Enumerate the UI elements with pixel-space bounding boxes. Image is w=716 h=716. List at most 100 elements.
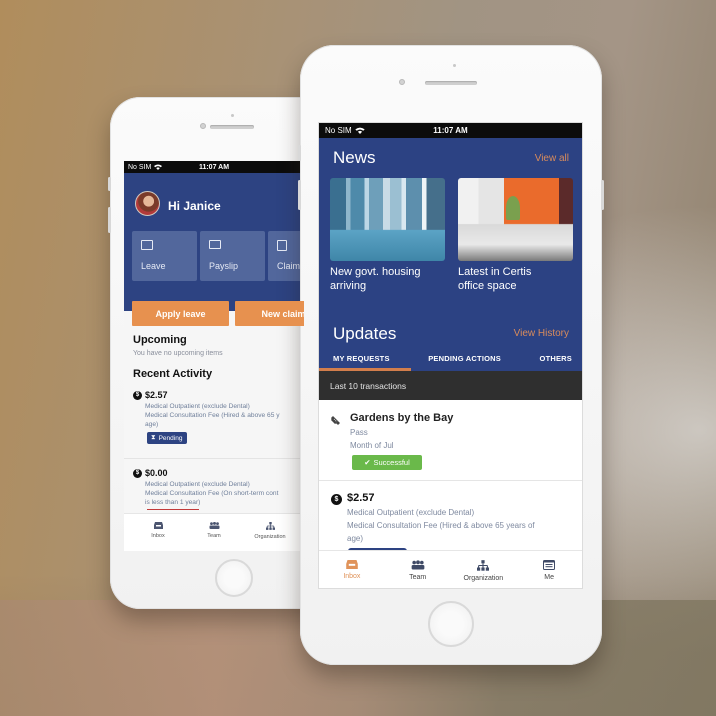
- tab-organization[interactable]: Organization: [451, 551, 515, 588]
- inbox-icon: [346, 560, 358, 569]
- tab-inbox[interactable]: Inbox: [131, 514, 186, 551]
- tab-team[interactable]: Team: [187, 514, 242, 551]
- profile-card-icon: [543, 560, 556, 570]
- tab-label: Me: [544, 574, 554, 581]
- home-button[interactable]: [428, 601, 474, 647]
- bottom-tab-bar: Inbox Team Organization Me: [319, 550, 582, 588]
- team-icon: [209, 522, 219, 529]
- tab-others[interactable]: OTHERS: [540, 354, 572, 371]
- updates-title: Updates: [333, 324, 397, 343]
- avatar[interactable]: [135, 191, 160, 216]
- news-caption: New govt. housing arriving: [330, 265, 445, 293]
- activity-description: Medical Consultation Fee (On short-term …: [145, 490, 279, 497]
- request-amount: $2.57: [347, 492, 375, 504]
- dollar-icon: $: [133, 391, 142, 400]
- active-tab-indicator: [319, 368, 411, 371]
- news-title: News: [333, 148, 376, 167]
- tab-label: Team: [207, 533, 221, 539]
- mute-switch: [298, 145, 301, 161]
- organization-icon: [265, 522, 275, 530]
- new-claim-button[interactable]: New claim: [235, 301, 304, 326]
- activity-amount: $2.57: [145, 390, 168, 400]
- office-interior-photo: [458, 178, 573, 261]
- activity-description-cont: age): [145, 421, 159, 428]
- activity-description: Medical Consultation Fee (Hired & above …: [145, 412, 280, 419]
- back-phone-screen: No SIM 11:07 AM Hi Janice Leave Payslip …: [124, 161, 304, 551]
- request-category: Medical Outpatient (exclude Dental): [347, 508, 475, 517]
- tab-inbox[interactable]: Inbox: [320, 551, 384, 588]
- home-header: Hi Janice Leave Payslip Claim: [124, 173, 304, 312]
- ticket-icon: [331, 416, 340, 425]
- activity-item[interactable]: $ $2.57 Medical Outpatient (exclude Dent…: [124, 387, 304, 459]
- tile-claim[interactable]: Claim: [268, 231, 304, 281]
- tab-me[interactable]: Me: [517, 551, 581, 588]
- request-item[interactable]: Gardens by the Bay Pass Month of Jul ✔ S…: [319, 400, 582, 481]
- dollar-icon: $: [133, 469, 142, 478]
- calendar-icon: [141, 240, 153, 250]
- organization-icon: [477, 560, 490, 571]
- front-camera: [399, 79, 405, 85]
- news-card[interactable]: New govt. housing arriving: [330, 178, 445, 293]
- status-bar: No SIM 11:07 AM: [319, 123, 582, 138]
- tile-label: Claim: [277, 261, 301, 271]
- dollar-icon: $: [331, 494, 342, 505]
- clock: 11:07 AM: [433, 126, 468, 135]
- front-phone-screen: No SIM 11:07 AM News View all New govt. …: [318, 122, 583, 589]
- earpiece-speaker: [210, 125, 254, 129]
- tab-label: Inbox: [343, 573, 361, 580]
- tab-label: Organization: [254, 534, 286, 540]
- status-bar: No SIM 11:07 AM: [124, 161, 304, 173]
- request-period: Month of Jul: [350, 441, 394, 450]
- checkmark-icon: ✔: [364, 458, 371, 467]
- request-type: Pass: [350, 428, 368, 437]
- request-title: Gardens by the Bay: [350, 412, 454, 424]
- news-updates-header: News View all New govt. housing arriving…: [319, 138, 582, 371]
- home-button[interactable]: [215, 559, 253, 597]
- transactions-banner: Last 10 transactions: [319, 371, 582, 400]
- request-description-cont: age): [347, 534, 364, 543]
- greeting: Hi Janice: [168, 199, 221, 213]
- volume-up-button: [298, 180, 301, 210]
- tile-label: Payslip: [209, 261, 239, 271]
- clock: 11:07 AM: [198, 163, 230, 171]
- news-caption-line: New govt. housing: [330, 266, 421, 278]
- activity-category: Medical Outpatient (exclude Dental): [145, 481, 250, 488]
- news-caption-line: office space: [458, 280, 517, 292]
- request-description: Medical Consultation Fee (Hired & above …: [347, 521, 535, 530]
- plant-graphic: [506, 196, 520, 220]
- recent-activity-title: Recent Activity: [133, 368, 213, 380]
- city-buildings-photo: [330, 178, 445, 261]
- tile-label: Leave: [141, 261, 166, 271]
- hourglass-icon: ⧗: [151, 434, 156, 441]
- activity-item[interactable]: $ $0.00 Medical Outpatient (exclude Dent…: [124, 461, 304, 513]
- mute-switch: [108, 177, 111, 191]
- view-history-link[interactable]: View History: [514, 328, 569, 339]
- apply-leave-button[interactable]: Apply leave: [132, 301, 229, 326]
- upcoming-title: Upcoming: [133, 334, 187, 346]
- upcoming-empty-text: You have no upcoming items: [133, 350, 223, 357]
- requests-list: Gardens by the Bay Pass Month of Jul ✔ S…: [319, 400, 582, 571]
- activity-description-cont: is less than 1 year): [145, 499, 201, 506]
- tile-payslip[interactable]: Payslip: [200, 231, 265, 281]
- payslip-icon: [209, 240, 221, 249]
- view-all-link[interactable]: View all: [535, 153, 569, 164]
- tab-label: Inbox: [151, 533, 165, 539]
- tab-label: Organization: [463, 575, 504, 582]
- front-camera: [200, 123, 206, 129]
- spellcheck-underline: [147, 509, 199, 510]
- power-button: [601, 180, 604, 210]
- tab-team[interactable]: Team: [386, 551, 450, 588]
- quick-actions: Apply leave New claim: [132, 301, 304, 326]
- tab-organization[interactable]: Organization: [243, 514, 298, 551]
- bottom-tab-bar: Inbox Team Organization: [124, 513, 304, 551]
- news-card[interactable]: Latest in Certis office space: [458, 178, 573, 293]
- tile-leave[interactable]: Leave: [132, 231, 197, 281]
- tab-pending-actions[interactable]: PENDING ACTIONS: [428, 354, 501, 371]
- inbox-icon: [153, 522, 163, 529]
- status-text: Pending: [158, 434, 183, 442]
- news-caption-line: Latest in Certis: [458, 266, 532, 278]
- home-body: Upcoming You have no upcoming items Rece…: [124, 311, 304, 513]
- activity-amount: $0.00: [145, 468, 168, 478]
- status-badge: ⧗ Pending: [147, 432, 188, 444]
- proximity-sensor: [453, 64, 456, 67]
